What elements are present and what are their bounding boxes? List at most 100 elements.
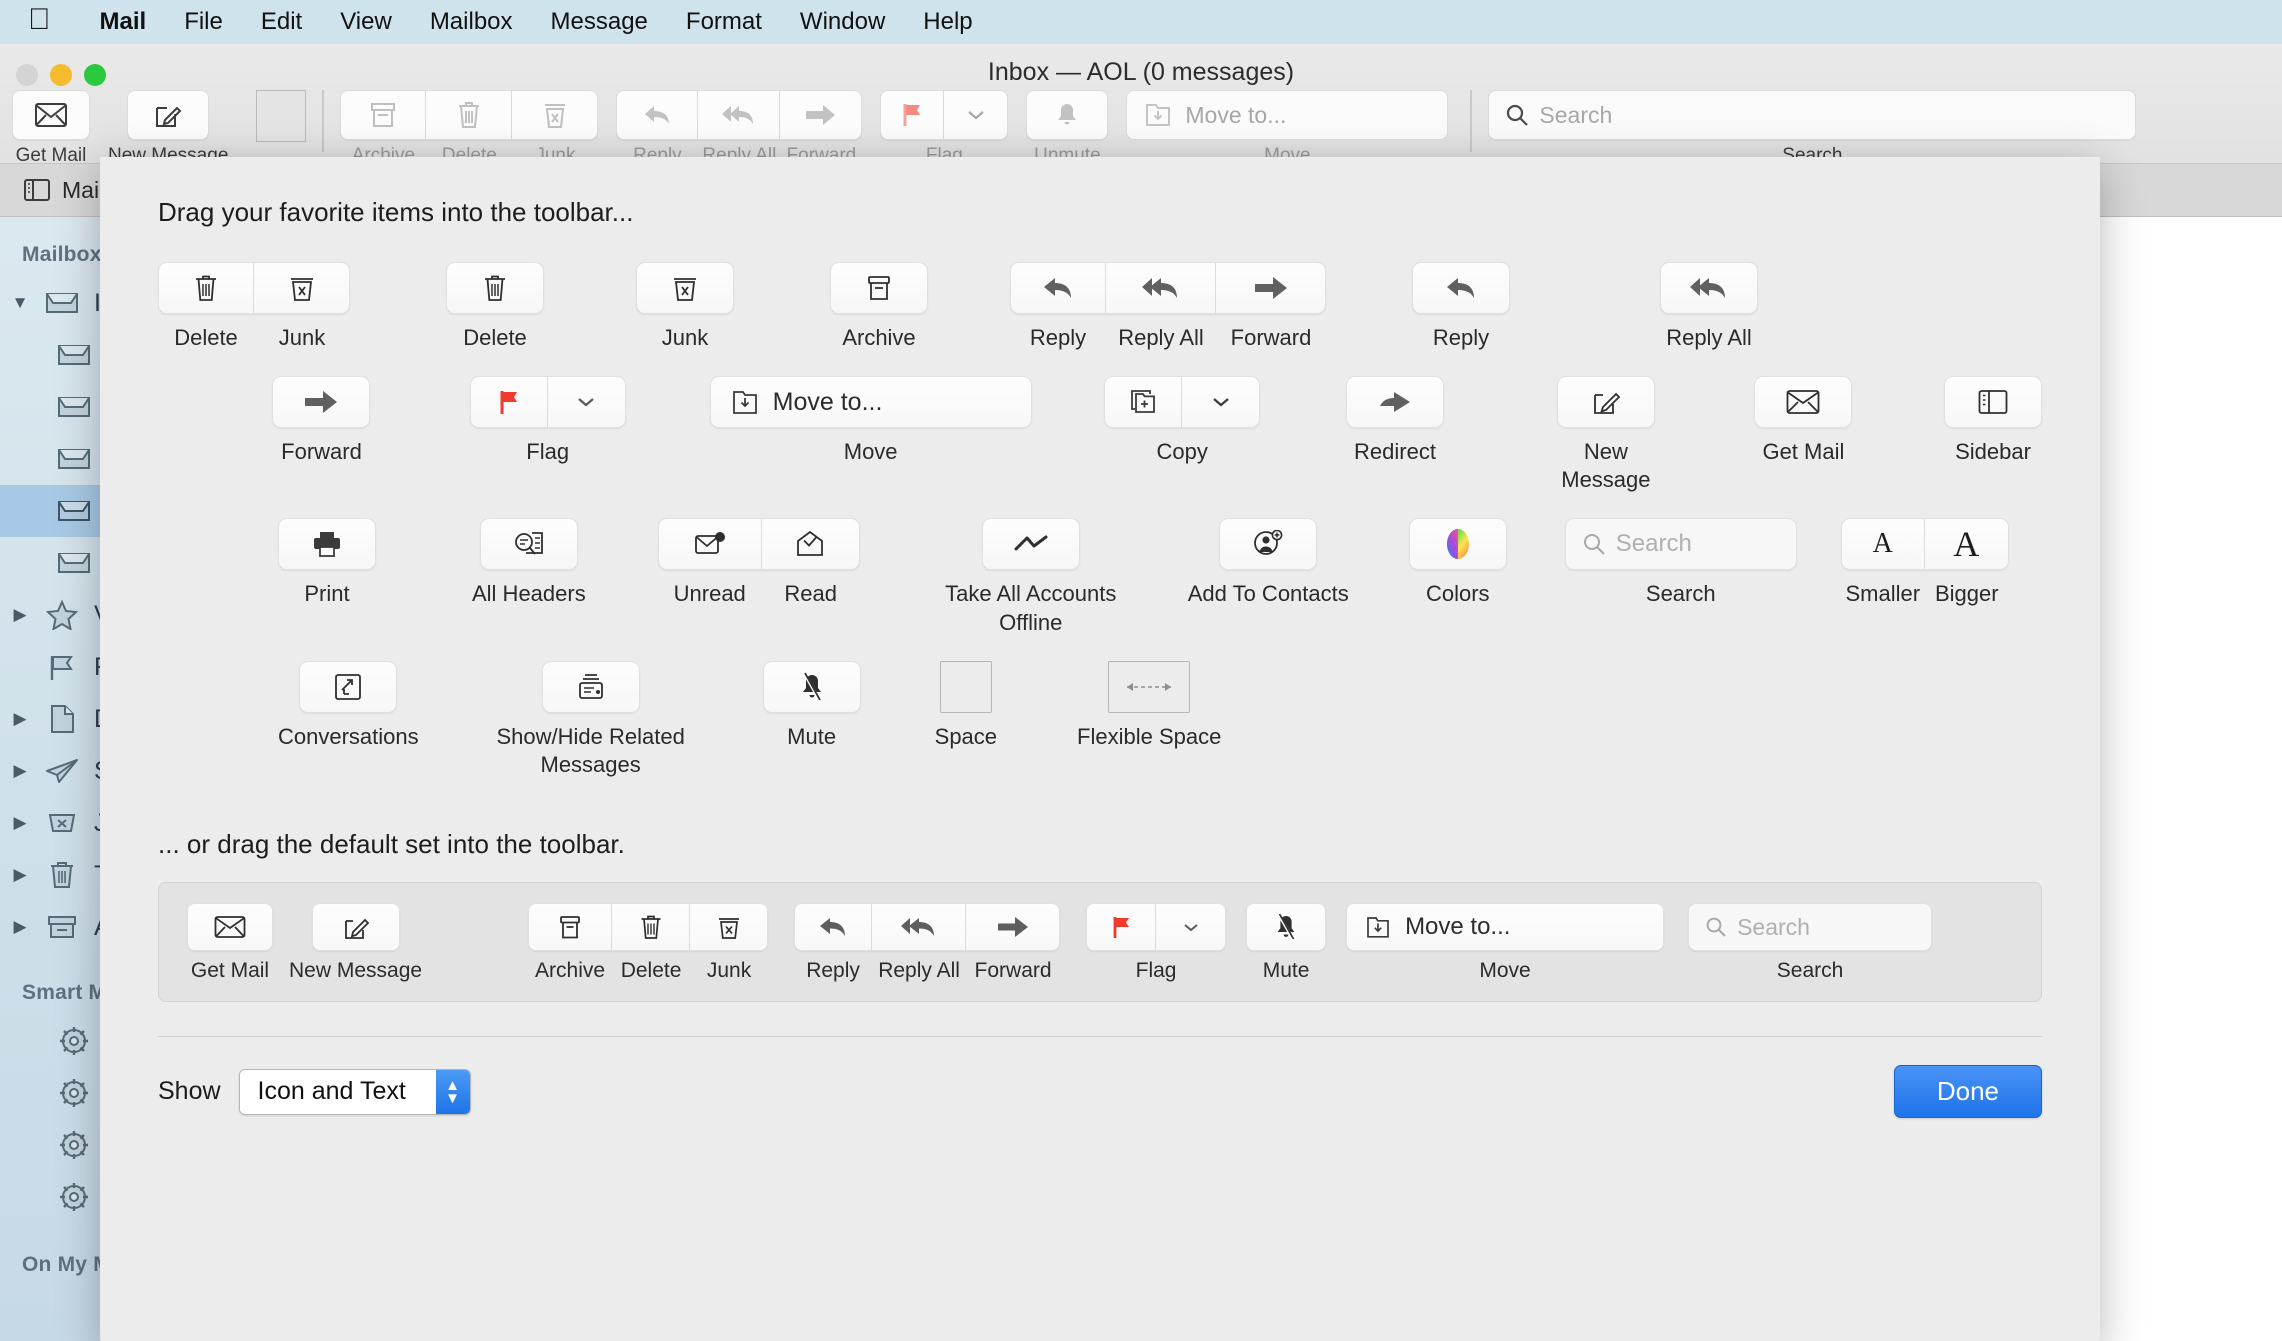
junk-bin-icon [672, 274, 698, 302]
printer-icon [312, 531, 342, 558]
menu-item-view[interactable]: View [321, 8, 411, 36]
default-flag-dropdown[interactable] [1156, 903, 1227, 952]
palette-junk-single-label: Junk [661, 325, 709, 350]
menu-item-message[interactable]: Message [532, 8, 667, 36]
palette-copy-button[interactable] [1104, 376, 1183, 429]
done-button[interactable]: Done [1893, 1065, 2042, 1119]
default-get-mail[interactable]: Get Mail [187, 903, 273, 983]
palette-sidebar[interactable]: Sidebar [1944, 376, 2042, 466]
related-messages-icon [577, 672, 605, 702]
palette-take-all-accounts-offline[interactable]: Take All Accounts Offline [926, 518, 1136, 636]
customize-toolbar-sheet: Drag your favorite items into the toolba… [100, 157, 2100, 1341]
default-move-field[interactable]: Move to... Move [1346, 903, 1665, 983]
palette-delete-button[interactable] [158, 262, 254, 314]
default-reply-all-button[interactable] [872, 903, 967, 952]
palette-junk-single[interactable]: Junk [636, 262, 734, 352]
default-forward-button[interactable] [966, 903, 1061, 952]
disclosure-triangle-right-icon[interactable]: ▶ [10, 865, 30, 885]
palette-conversations[interactable]: Conversations [278, 660, 419, 751]
default-new-message[interactable]: New Message [289, 903, 422, 983]
palette-forward-button[interactable] [1216, 262, 1326, 314]
toolbar-forward-button[interactable] [780, 90, 863, 140]
default-toolbar-set: Get Mail New Message Archive Delete Junk… [158, 882, 2042, 1003]
toolbar-reply-button[interactable] [616, 90, 699, 140]
palette-get-mail[interactable]: Get Mail [1754, 376, 1853, 466]
toolbar-archive-button[interactable] [340, 90, 427, 140]
palette-read-button[interactable] [761, 518, 860, 571]
menu-item-mail[interactable]: Mail [81, 8, 166, 36]
palette-space[interactable]: Space [935, 660, 997, 751]
default-mute[interactable]: Mute [1246, 903, 1327, 983]
show-popup-button[interactable]: Icon and Text ▲ ▼ [238, 1068, 471, 1115]
palette-flexible-space[interactable]: Flexible Space [1077, 660, 1222, 751]
sidebar-toggle-icon [1978, 389, 2008, 415]
palette-flexible-space-label: Flexible Space [1077, 723, 1222, 749]
default-delete-button[interactable] [612, 903, 691, 952]
palette-copy-group: Copy [1104, 376, 1261, 466]
apple-logo-icon[interactable]:  [28, 5, 51, 35]
palette-move-field[interactable]: Move to... Move [709, 376, 1032, 466]
palette-print-label: Print [304, 581, 350, 607]
palette-unread-button[interactable] [657, 518, 762, 571]
palette-flag-dropdown[interactable] [547, 376, 626, 429]
palette-reply-all-button[interactable] [1106, 262, 1216, 314]
toolbar-flag-button[interactable] [880, 90, 945, 140]
menu-item-help[interactable]: Help [904, 8, 991, 36]
toolbar-new-message[interactable]: New Message [108, 90, 228, 167]
toolbar-flag-dropdown[interactable] [944, 90, 1009, 140]
palette-flag-button[interactable] [469, 376, 548, 429]
disclosure-triangle-down-icon[interactable]: ▼ [10, 293, 30, 313]
palette-reply-all-single[interactable]: Reply All [1660, 262, 1758, 352]
menu-item-window[interactable]: Window [781, 8, 904, 36]
disclosure-triangle-right-icon[interactable]: ▶ [10, 917, 30, 937]
default-reply-button[interactable] [794, 903, 873, 952]
palette-print[interactable]: Print [278, 518, 376, 608]
default-search-field[interactable]: Search Search [1688, 903, 1933, 983]
palette-delete-single[interactable]: Delete [446, 262, 544, 352]
disclosure-triangle-right-icon[interactable]: ▶ [10, 709, 30, 729]
palette-redirect[interactable]: Redirect [1346, 376, 1445, 466]
palette-junk-button[interactable] [254, 262, 350, 314]
copy-folder-icon [1129, 389, 1157, 415]
reply-arrow-icon [1445, 275, 1477, 301]
palette-copy-dropdown[interactable] [1182, 376, 1261, 429]
menu-item-edit[interactable]: Edit [242, 8, 321, 36]
menu-item-format[interactable]: Format [667, 8, 781, 36]
flag-outline-icon [42, 652, 82, 682]
disclosure-triangle-right-icon[interactable]: ▶ [10, 813, 30, 833]
menu-item-file[interactable]: File [165, 8, 242, 36]
default-archive-button[interactable] [528, 903, 613, 952]
toolbar-delete-button[interactable] [426, 90, 513, 140]
palette-bigger-button[interactable]: A [1924, 518, 2009, 571]
disclosure-triangle-right-icon[interactable]: ▶ [10, 761, 30, 781]
toolbar-unmute[interactable]: Unmute [1026, 90, 1109, 167]
palette-new-message[interactable]: New Message [1539, 376, 1672, 494]
default-flag-button[interactable] [1086, 903, 1157, 952]
toolbar-search[interactable]: Search Search [1488, 90, 2137, 167]
palette-colors[interactable]: Colors [1408, 518, 1507, 608]
toolbar-junk-button[interactable] [512, 90, 599, 140]
toolbar-move-to[interactable]: Move to... Move [1126, 90, 1449, 167]
palette-all-headers[interactable]: All Headers [472, 518, 586, 608]
stepper-arrows-icon[interactable]: ▲ ▼ [435, 1069, 470, 1114]
palette-forward-single[interactable]: Forward [272, 376, 371, 466]
palette-add-to-contacts[interactable]: Add To Contacts [1188, 518, 1349, 608]
palette-show-hide-related-messages[interactable]: Show/Hide Related Messages [471, 660, 711, 779]
toolbar-get-mail[interactable]: Get Mail [12, 90, 90, 167]
palette-reply-button[interactable] [1010, 262, 1106, 314]
palette-mute[interactable]: Mute [762, 660, 861, 751]
palette-smaller-button[interactable]: A [1840, 518, 1925, 571]
palette-reply-single[interactable]: Reply [1412, 262, 1510, 352]
palette-reply-all-label: Reply All [1118, 325, 1204, 350]
palette-search-field[interactable]: Search Search [1564, 518, 1797, 608]
toolbar-reply-all-button[interactable] [698, 90, 781, 140]
show-label: Show [158, 1077, 221, 1106]
toolbar-flag-group: Flag [880, 90, 1009, 167]
bell-icon [1055, 102, 1079, 128]
disclosure-triangle-right-icon[interactable]: ▶ [10, 605, 30, 625]
default-junk-button[interactable] [690, 903, 769, 952]
reply-all-arrow-icon [900, 915, 937, 939]
palette-archive-single[interactable]: Archive [830, 262, 928, 352]
menu-item-mailbox[interactable]: Mailbox [411, 8, 532, 36]
trash-icon [483, 274, 507, 302]
